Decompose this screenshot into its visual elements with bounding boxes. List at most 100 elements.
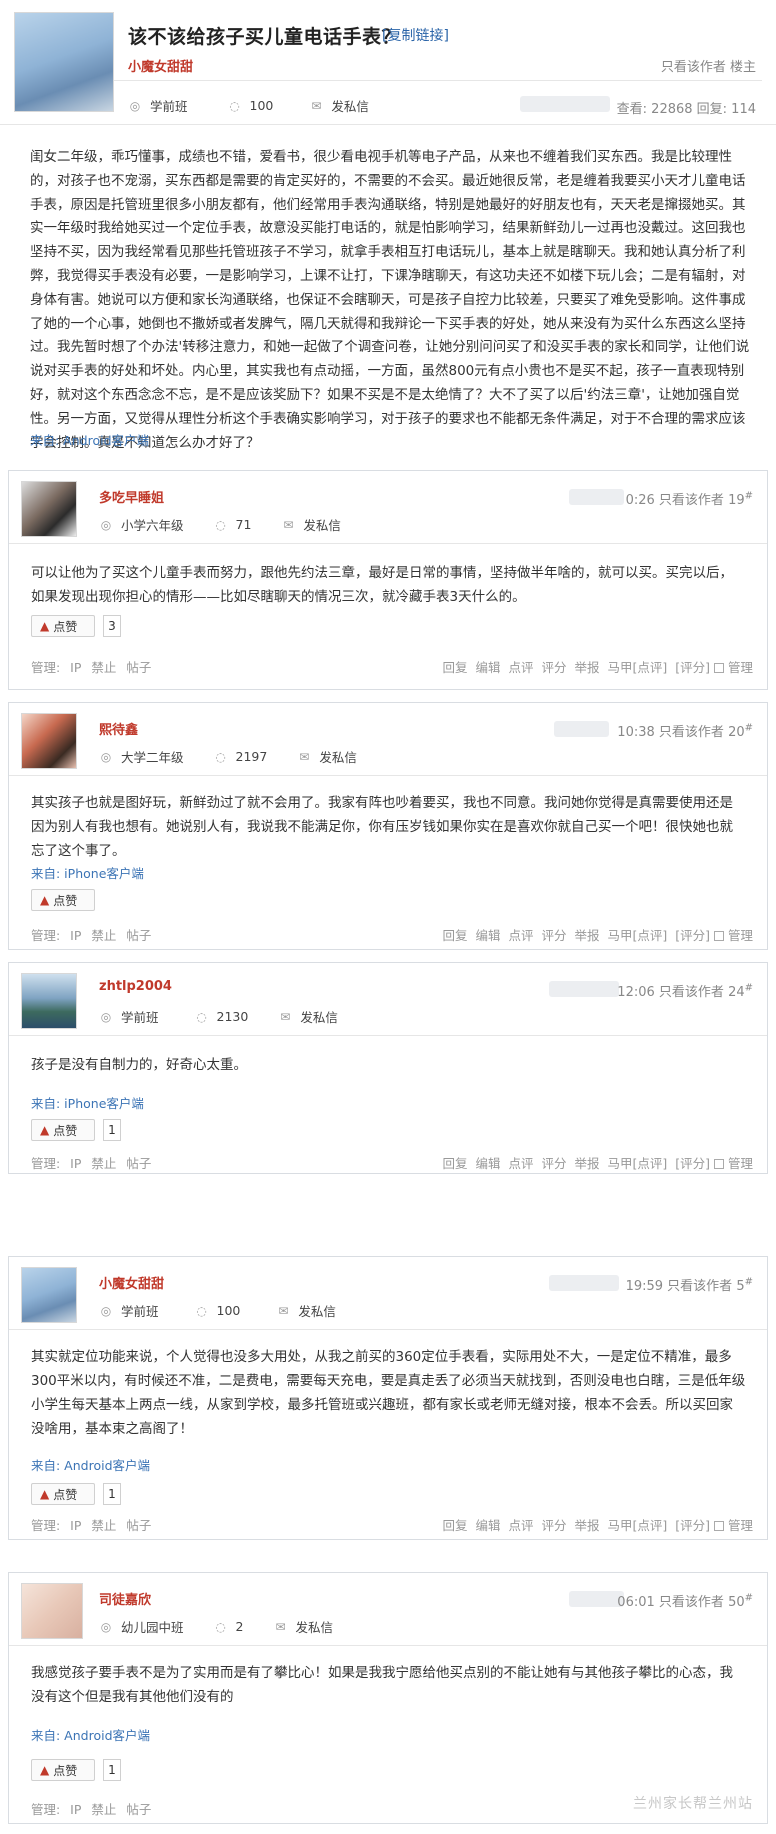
thread-title: 该不该给孩子买儿童电话手表？ xyxy=(128,26,402,48)
reply-only-author[interactable]: 只看该作者 xyxy=(667,1279,732,1294)
reply-grade: 小学六年级 xyxy=(121,518,184,533)
reply-floor[interactable]: 19 xyxy=(728,493,745,508)
reply-avatar[interactable] xyxy=(21,481,77,537)
reply-pm-link[interactable]: 发私信 xyxy=(319,747,357,766)
reply-pm-link[interactable]: 发私信 xyxy=(298,1301,336,1320)
manage-button[interactable]: 管理 xyxy=(728,1156,753,1171)
edit-button[interactable]: 编辑 xyxy=(475,1156,500,1171)
reply-avatar[interactable] xyxy=(21,713,77,769)
manage-links[interactable]: 管理: IP 禁止 帖子 xyxy=(31,925,151,944)
report-button[interactable]: 举报 xyxy=(574,1156,599,1171)
comment-button[interactable]: 点评 xyxy=(508,928,533,943)
reply-button[interactable]: 回复 xyxy=(442,660,467,675)
reply-floor[interactable]: 20 xyxy=(728,725,745,740)
op-username[interactable]: 小魔女甜甜 xyxy=(128,56,193,75)
original-post: 该不该给孩子买儿童电话手表？ [复制链接] 小魔女甜甜 只看该作者 楼主 ◎ 学… xyxy=(0,0,776,470)
manage-button[interactable]: 管理 xyxy=(728,928,753,943)
like-button[interactable]: ▲ 点赞 xyxy=(31,1119,95,1141)
reply-only-author[interactable]: 只看该作者 xyxy=(659,493,724,508)
alias-comment-button[interactable]: 马甲[点评] xyxy=(607,1518,667,1533)
manage-button[interactable]: 管理 xyxy=(728,660,753,675)
reply-button[interactable]: 回复 xyxy=(442,1156,467,1171)
reply-source[interactable]: 来自: iPhone客户端 xyxy=(31,1093,144,1112)
divider xyxy=(9,1035,767,1036)
reply-only-author[interactable]: 只看该作者 xyxy=(659,1595,724,1610)
alias-rate-button[interactable]: [评分] xyxy=(675,660,710,675)
grade-icon: ◎ xyxy=(100,517,112,532)
alias-comment-button[interactable]: 马甲[点评] xyxy=(607,928,667,943)
reply-floor[interactable]: 50 xyxy=(728,1595,745,1610)
reply-avatar[interactable] xyxy=(21,973,77,1029)
alias-rate-button[interactable]: [评分] xyxy=(675,1156,710,1171)
grade-icon: ◎ xyxy=(100,1303,112,1318)
manage-links[interactable]: 管理: IP 禁止 帖子 xyxy=(31,1799,151,1818)
reply-button[interactable]: 回复 xyxy=(442,928,467,943)
report-button[interactable]: 举报 xyxy=(574,660,599,675)
reply-pm-link[interactable]: 发私信 xyxy=(295,1617,333,1636)
manage-links[interactable]: 管理: IP 禁止 帖子 xyxy=(31,657,151,676)
like-button[interactable]: ▲ 点赞 xyxy=(31,615,95,637)
manage-links[interactable]: 管理: IP 禁止 帖子 xyxy=(31,1153,151,1172)
alias-comment-button[interactable]: 马甲[点评] xyxy=(607,1156,667,1171)
edit-button[interactable]: 编辑 xyxy=(475,660,500,675)
reply-username[interactable]: 多吃早睡姐 xyxy=(99,487,164,506)
reply-grade: 学前班 xyxy=(121,1010,159,1025)
reply-floor[interactable]: 24 xyxy=(728,985,745,1000)
select-checkbox[interactable] xyxy=(713,1159,724,1169)
reply-username[interactable]: 司徒嘉欣 xyxy=(99,1589,151,1608)
reply-pm-link[interactable]: 发私信 xyxy=(300,1007,338,1026)
report-button[interactable]: 举报 xyxy=(574,1518,599,1533)
alias-comment-button[interactable]: 马甲[点评] xyxy=(607,660,667,675)
message-icon[interactable]: ✉ xyxy=(309,99,323,113)
comment-button[interactable]: 点评 xyxy=(508,1518,533,1533)
like-button[interactable]: ▲ 点赞 xyxy=(31,889,95,911)
reply-text: 可以让他为了买这个儿童手表而努力，跟他先约法三章，最好是日常的事情，坚持做半年啥… xyxy=(31,565,733,605)
reply-text: 孩子是没有自制力的，好奇心太重。 xyxy=(31,1057,247,1073)
reply-pm-link[interactable]: 发私信 xyxy=(303,515,341,534)
reply-avatar[interactable] xyxy=(21,1267,77,1323)
message-icon[interactable]: ✉ xyxy=(297,750,311,764)
reply-source[interactable]: 来自: iPhone客户端 xyxy=(31,863,144,882)
reply-source[interactable]: 来自: Android客户端 xyxy=(31,1455,150,1474)
op-source[interactable]: 来自: Android客户端 xyxy=(30,430,149,449)
copy-link-button[interactable]: [复制链接] xyxy=(382,25,449,45)
message-icon[interactable]: ✉ xyxy=(278,1010,292,1024)
rate-button[interactable]: 评分 xyxy=(541,928,566,943)
comment-button[interactable]: 点评 xyxy=(508,1156,533,1171)
reply-username[interactable]: 小魔女甜甜 xyxy=(99,1273,164,1292)
reply-floor[interactable]: 5 xyxy=(736,1279,744,1294)
report-button[interactable]: 举报 xyxy=(574,928,599,943)
blurred-date xyxy=(549,981,619,997)
reply-button[interactable]: 回复 xyxy=(442,1518,467,1533)
select-checkbox[interactable] xyxy=(713,1521,724,1531)
select-checkbox[interactable] xyxy=(713,663,724,673)
reply-username[interactable]: zhtlp2004 xyxy=(99,979,172,994)
alias-rate-button[interactable]: [评分] xyxy=(675,1518,710,1533)
like-button[interactable]: ▲ 点赞 xyxy=(31,1759,95,1781)
rate-button[interactable]: 评分 xyxy=(541,660,566,675)
edit-button[interactable]: 编辑 xyxy=(475,928,500,943)
op-only-author[interactable]: 只看该作者 楼主 xyxy=(661,56,756,75)
op-meta: ◎ 学前班 ◌ 100 ✉ 发私信 xyxy=(128,96,369,115)
reply-source[interactable]: 来自: Android客户端 xyxy=(31,1725,150,1744)
manage-links[interactable]: 管理: IP 禁止 帖子 xyxy=(31,1515,151,1534)
comment-button[interactable]: 点评 xyxy=(508,660,533,675)
reply-only-author[interactable]: 只看该作者 xyxy=(659,725,724,740)
like-button[interactable]: ▲ 点赞 xyxy=(31,1483,95,1505)
manage-button[interactable]: 管理 xyxy=(728,1518,753,1533)
rate-button[interactable]: 评分 xyxy=(541,1518,566,1533)
select-checkbox[interactable] xyxy=(713,931,724,941)
op-pm-link[interactable]: 发私信 xyxy=(331,96,369,115)
edit-button[interactable]: 编辑 xyxy=(475,1518,500,1533)
message-icon[interactable]: ✉ xyxy=(276,1304,290,1318)
reply-text: 其实孩子也就是图好玩，新鲜劲过了就不会用了。我家有阵也吵着要买，我也不同意。我问… xyxy=(31,795,733,859)
reply-meta: ◎ 幼儿园中班 ◌ 2 ✉ 发私信 xyxy=(99,1617,333,1636)
reply-only-author[interactable]: 只看该作者 xyxy=(659,985,724,1000)
alias-rate-button[interactable]: [评分] xyxy=(675,928,710,943)
op-avatar[interactable] xyxy=(14,12,114,112)
message-icon[interactable]: ✉ xyxy=(273,1620,287,1634)
rate-button[interactable]: 评分 xyxy=(541,1156,566,1171)
message-icon[interactable]: ✉ xyxy=(281,518,295,532)
reply-avatar[interactable] xyxy=(21,1583,83,1639)
reply-username[interactable]: 熙待鑫 xyxy=(99,719,138,738)
